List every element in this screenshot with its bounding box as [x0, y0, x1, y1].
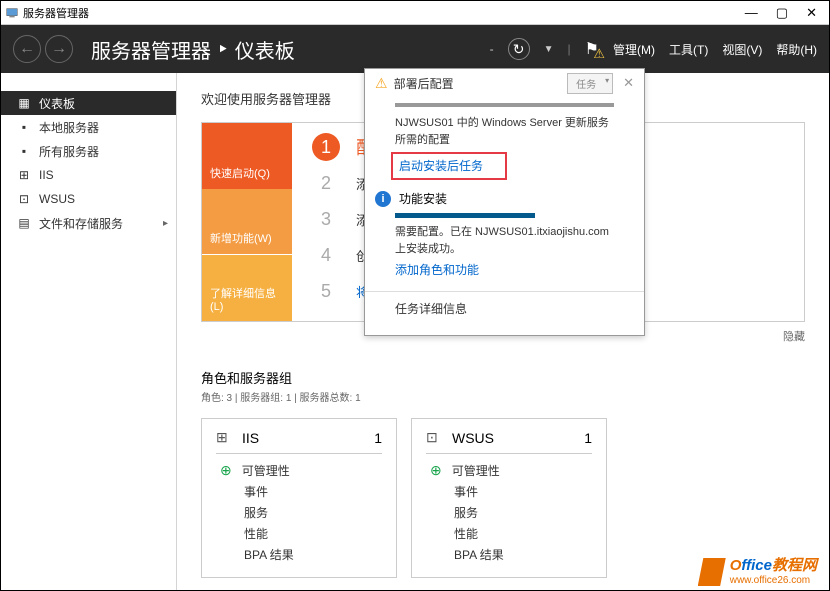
breadcrumb: 服务器管理器 ‣ 仪表板 [91, 35, 295, 64]
tile-wsus[interactable]: ⊡ WSUS 1 ⊕ 可管理性 事件 服务 性能 BPA 结果 [411, 418, 607, 578]
sidebar-item-iis[interactable]: ⊞ IIS [1, 163, 176, 187]
files-icon: ▤ [17, 216, 31, 230]
step-number-4: 4 [312, 241, 340, 269]
breadcrumb-main: 服务器管理器 [91, 35, 211, 64]
tab-learnmore[interactable]: 了解详细信息(L) [202, 254, 292, 321]
tile-name: WSUS [452, 430, 494, 446]
sidebar-item-wsus[interactable]: ⊡ WSUS [1, 187, 176, 211]
view-menu[interactable]: 视图(V) [722, 41, 762, 58]
forward-button[interactable]: → [45, 35, 73, 63]
tile-row-label: 可管理性 [452, 462, 500, 479]
maximize-button[interactable]: ▢ [776, 5, 788, 21]
watermark-text: Office教程网 [730, 558, 817, 575]
notif-close-button[interactable]: ✕ [623, 75, 634, 91]
chevron-right-icon: ▸ [163, 218, 168, 229]
roles-section-title: 角色和服务器组 [201, 368, 805, 387]
back-button[interactable]: ← [13, 35, 41, 63]
notifications-flag-icon[interactable]: ⚑⚠ [585, 39, 599, 59]
sidebar-item-all-servers[interactable]: ▪ 所有服务器 [1, 139, 176, 163]
manage-menu[interactable]: 管理(M) [613, 41, 655, 58]
dropdown-caret-icon[interactable]: ▼ [544, 44, 554, 55]
install-progress-bar [395, 213, 535, 218]
sidebar-item-label: IIS [39, 168, 54, 182]
sidebar-item-dashboard[interactable]: ▦ 仪表板 [1, 91, 176, 115]
help-menu[interactable]: 帮助(H) [776, 41, 817, 58]
divider: | [568, 42, 571, 56]
info-icon: i [375, 191, 391, 207]
window-titlebar: 服务器管理器 — ▢ ✕ [1, 1, 829, 25]
sidebar: ▦ 仪表板 ▪ 本地服务器 ▪ 所有服务器 ⊞ IIS ⊡ WSUS ▤ 文件和… [1, 73, 177, 590]
step-number-5: 5 [312, 277, 340, 305]
tools-menu[interactable]: 工具(T) [669, 41, 708, 58]
tab-quickstart[interactable]: 快速启动(Q) [202, 123, 292, 189]
step-number-3: 3 [312, 205, 340, 233]
tile-row-label: 事件 [244, 483, 268, 500]
warning-icon: ⚠ [375, 75, 388, 92]
sidebar-item-files[interactable]: ▤ 文件和存储服务 ▸ [1, 211, 176, 235]
roles-section-subtitle: 角色: 3 | 服务器组: 1 | 服务器总数: 1 [201, 389, 805, 404]
tile-row-label: 服务 [454, 504, 478, 521]
tile-count: 1 [374, 430, 382, 446]
sidebar-item-label: 仪表板 [39, 95, 75, 112]
notification-panel: ⚠ 部署后配置 任务 ✕ NJWSUS01 中的 Windows Server … [364, 68, 645, 336]
minimize-button[interactable]: — [745, 5, 758, 21]
tile-row-label: 可管理性 [242, 462, 290, 479]
add-roles-link[interactable]: 添加角色和功能 [395, 263, 479, 277]
sidebar-item-label: 文件和存储服务 [39, 215, 123, 232]
tile-iis[interactable]: ⊞ IIS 1 ⊕ 可管理性 事件 服务 性能 BPA 结果 [201, 418, 397, 578]
iis-tile-icon: ⊞ [216, 429, 234, 447]
tile-row-label: 性能 [244, 525, 268, 542]
tab-whatsnew[interactable]: 新增功能(W) [202, 189, 292, 255]
tile-row-label: 性能 [454, 525, 478, 542]
dash-icon: - [490, 42, 494, 56]
start-postinstall-link[interactable]: 启动安装后任务 [399, 159, 483, 173]
status-up-icon: ⊕ [430, 462, 442, 479]
install-desc: 需要配置。已在 NJWSUS01.itxiaojishu.com 上安装成功。 [365, 224, 644, 257]
status-up-icon: ⊕ [220, 462, 232, 479]
watermark: Office教程网 www.office26.com [698, 558, 817, 586]
watermark-url: www.office26.com [730, 575, 817, 586]
tile-row-label: 服务 [244, 504, 268, 521]
notif-title: 部署后配置 [394, 75, 568, 92]
tile-row-label: BPA 结果 [454, 546, 504, 563]
warning-badge-icon: ⚠ [593, 46, 605, 62]
dashboard-icon: ▦ [17, 96, 31, 110]
tile-row-label: BPA 结果 [244, 546, 294, 563]
task-details-link[interactable]: 任务详细信息 [365, 291, 644, 325]
sidebar-item-local-server[interactable]: ▪ 本地服务器 [1, 115, 176, 139]
servers-icon: ▪ [17, 144, 31, 158]
sidebar-item-label: WSUS [39, 192, 75, 206]
close-button[interactable]: ✕ [806, 5, 817, 21]
highlighted-link-box: 启动安装后任务 [391, 152, 507, 180]
iis-icon: ⊞ [17, 168, 31, 182]
sidebar-item-label: 本地服务器 [39, 119, 99, 136]
tasks-dropdown[interactable]: 任务 [567, 73, 613, 94]
tile-row-label: 事件 [454, 483, 478, 500]
install-title: 功能安装 [399, 190, 447, 207]
tile-count: 1 [584, 430, 592, 446]
watermark-icon [698, 558, 726, 586]
breadcrumb-sub: 仪表板 [235, 35, 295, 64]
breadcrumb-sep: ‣ [217, 37, 229, 62]
tile-name: IIS [242, 430, 259, 446]
refresh-button[interactable]: ↻ [508, 38, 530, 60]
sidebar-item-label: 所有服务器 [39, 143, 99, 160]
wsus-icon: ⊡ [17, 192, 31, 206]
app-icon [5, 6, 19, 20]
step-number-1: 1 [312, 133, 340, 161]
step-number-2: 2 [312, 169, 340, 197]
window-title: 服务器管理器 [23, 5, 745, 21]
server-icon: ▪ [17, 120, 31, 134]
header-bar: ← → 服务器管理器 ‣ 仪表板 - ↻ ▼ | ⚑⚠ 管理(M) 工具(T) … [1, 25, 829, 73]
notif-progress-bar [395, 103, 614, 107]
wsus-tile-icon: ⊡ [426, 429, 444, 447]
notif-desc: NJWSUS01 中的 Windows Server 更新服务 所需的配置 [365, 115, 644, 148]
